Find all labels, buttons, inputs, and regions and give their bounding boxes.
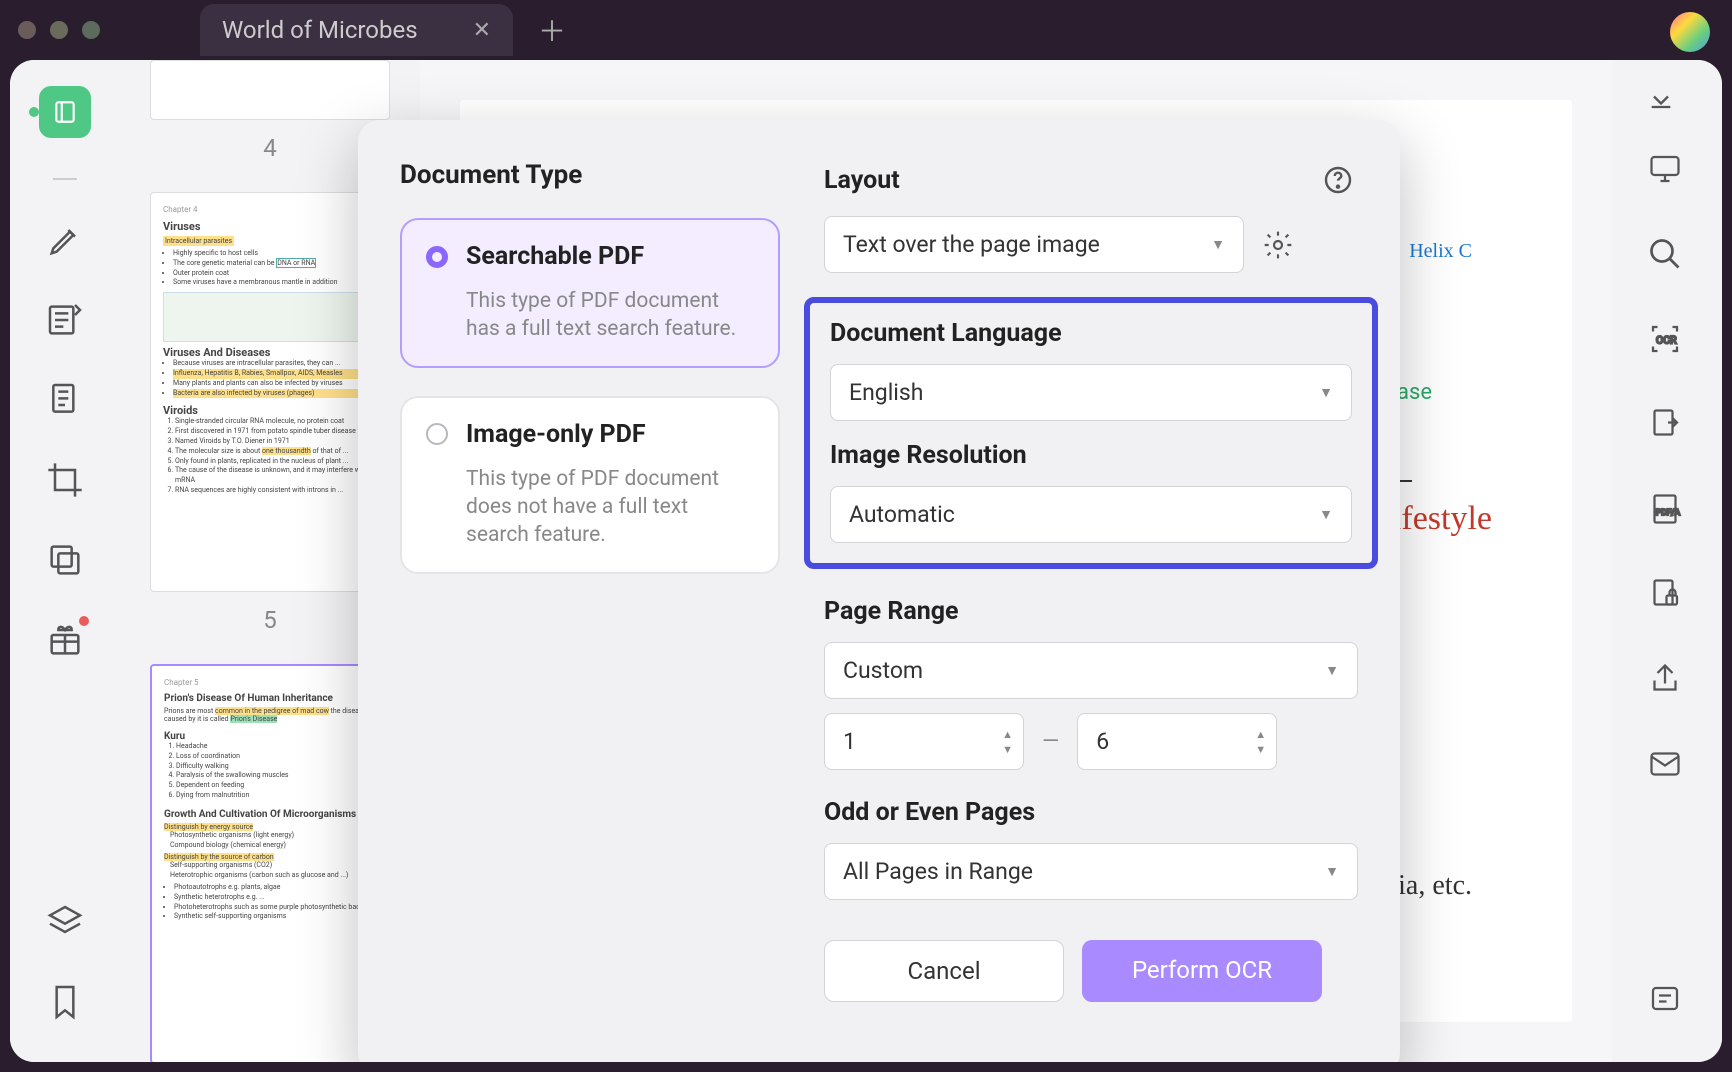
highlighter-icon[interactable]: [45, 220, 85, 260]
cancel-button[interactable]: Cancel: [824, 940, 1064, 1002]
resolution-label: Image Resolution: [830, 441, 1352, 470]
range-dash: —: [1042, 729, 1059, 754]
thumbnail-page[interactable]: Chapter 4 Viruses Intracellular parasite…: [150, 192, 390, 592]
layers-icon[interactable]: [45, 902, 85, 942]
right-toolbar: OCR PDF/A: [1612, 60, 1722, 1062]
chevron-down-icon: ▼: [1211, 236, 1225, 253]
svg-text:PDF/A: PDF/A: [1656, 508, 1681, 518]
stepper-up-icon[interactable]: ▲: [1002, 728, 1013, 741]
lock-file-icon[interactable]: [1647, 576, 1687, 616]
odd-even-value: All Pages in Range: [843, 858, 1033, 885]
chevron-down-icon: ▼: [1319, 384, 1333, 401]
page-number-label: 4: [150, 134, 390, 162]
help-icon[interactable]: [1318, 160, 1358, 200]
radio-icon: [426, 246, 448, 268]
ocr-icon[interactable]: OCR: [1647, 321, 1687, 361]
stepper-up-icon[interactable]: ▲: [1255, 728, 1266, 741]
new-tab-button[interactable]: ＋: [538, 10, 566, 50]
bookmark-icon[interactable]: [45, 982, 85, 1022]
crop-icon[interactable]: [45, 460, 85, 500]
pdfa-icon[interactable]: PDF/A: [1647, 491, 1687, 531]
left-toolbar: [10, 60, 120, 1062]
svg-text:OCR: OCR: [1656, 334, 1677, 347]
language-select[interactable]: English ▼: [830, 364, 1352, 421]
note-icon[interactable]: [1647, 982, 1687, 1022]
gear-icon[interactable]: [1258, 225, 1298, 265]
minimize-window-icon[interactable]: [50, 21, 68, 39]
chevron-down-icon: ▼: [1325, 662, 1339, 679]
page-from-input[interactable]: 1 ▲ ▼: [824, 713, 1024, 770]
chevron-down-icon[interactable]: [1647, 86, 1687, 126]
chevron-down-icon: ▼: [1319, 506, 1333, 523]
document-type-heading: Document Type: [400, 160, 780, 190]
option-image-only-pdf[interactable]: Image-only PDF This type of PDF document…: [400, 396, 780, 574]
close-tab-icon[interactable]: ✕: [473, 18, 491, 43]
stepper-down-icon[interactable]: ▼: [1002, 743, 1013, 756]
thumbnail-page-selected[interactable]: Chapter 5 Prion's Disease Of Human Inher…: [150, 664, 390, 1062]
search-icon[interactable]: [1647, 236, 1687, 276]
window-controls[interactable]: [18, 21, 100, 39]
convert-icon[interactable]: [1647, 406, 1687, 446]
highlighted-settings-region: Document Language English ▼ Image Resolu…: [804, 297, 1378, 569]
option-description: This type of PDF document has a full tex…: [466, 287, 754, 344]
stepper-down-icon[interactable]: ▼: [1255, 743, 1266, 756]
radio-icon: [426, 423, 448, 445]
annotation-text: ria, etc.: [1389, 870, 1472, 902]
page-range-value: Custom: [843, 657, 923, 684]
tab-title: World of Microbes: [222, 16, 418, 44]
divider: [53, 178, 77, 180]
layout-select[interactable]: Text over the page image ▼: [824, 216, 1244, 273]
language-label: Document Language: [830, 319, 1352, 348]
ocr-settings-dialog: Document Type Searchable PDF This type o…: [358, 120, 1400, 1062]
odd-even-label: Odd or Even Pages: [824, 798, 1358, 827]
option-title: Image-only PDF: [466, 420, 646, 449]
page-edit-icon[interactable]: [45, 380, 85, 420]
page-range-select[interactable]: Custom ▼: [824, 642, 1358, 699]
tab-document[interactable]: World of Microbes ✕: [200, 4, 513, 56]
app-logo-icon[interactable]: [39, 86, 91, 138]
option-title: Searchable PDF: [466, 242, 644, 271]
page-from-value: 1: [843, 728, 856, 755]
duplicate-icon[interactable]: [45, 540, 85, 580]
option-searchable-pdf[interactable]: Searchable PDF This type of PDF document…: [400, 218, 780, 368]
close-window-icon[interactable]: [18, 21, 36, 39]
annotation-text: Helix C: [1409, 240, 1472, 263]
option-description: This type of PDF document does not have …: [466, 465, 754, 550]
share-icon[interactable]: [1647, 661, 1687, 701]
language-value: English: [849, 379, 923, 406]
resolution-select[interactable]: Automatic ▼: [830, 486, 1352, 543]
page-range-label: Page Range: [824, 597, 1358, 626]
page-number-label: 5: [150, 606, 390, 634]
annotate-icon[interactable]: [45, 300, 85, 340]
page-to-value: 6: [1096, 728, 1109, 755]
chevron-down-icon: ▼: [1325, 863, 1339, 880]
perform-ocr-button[interactable]: Perform OCR: [1082, 940, 1322, 1002]
odd-even-select[interactable]: All Pages in Range ▼: [824, 843, 1358, 900]
maximize-window-icon[interactable]: [82, 21, 100, 39]
mail-icon[interactable]: [1647, 746, 1687, 786]
resolution-value: Automatic: [849, 501, 955, 528]
gift-icon[interactable]: [45, 620, 85, 660]
layout-value: Text over the page image: [843, 231, 1100, 258]
app-brand-icon: [1670, 12, 1710, 52]
layout-label: Layout: [824, 166, 900, 195]
thumbnail-page[interactable]: [150, 60, 390, 120]
presentation-icon[interactable]: [1647, 151, 1687, 191]
page-to-input[interactable]: 6 ▲ ▼: [1077, 713, 1277, 770]
